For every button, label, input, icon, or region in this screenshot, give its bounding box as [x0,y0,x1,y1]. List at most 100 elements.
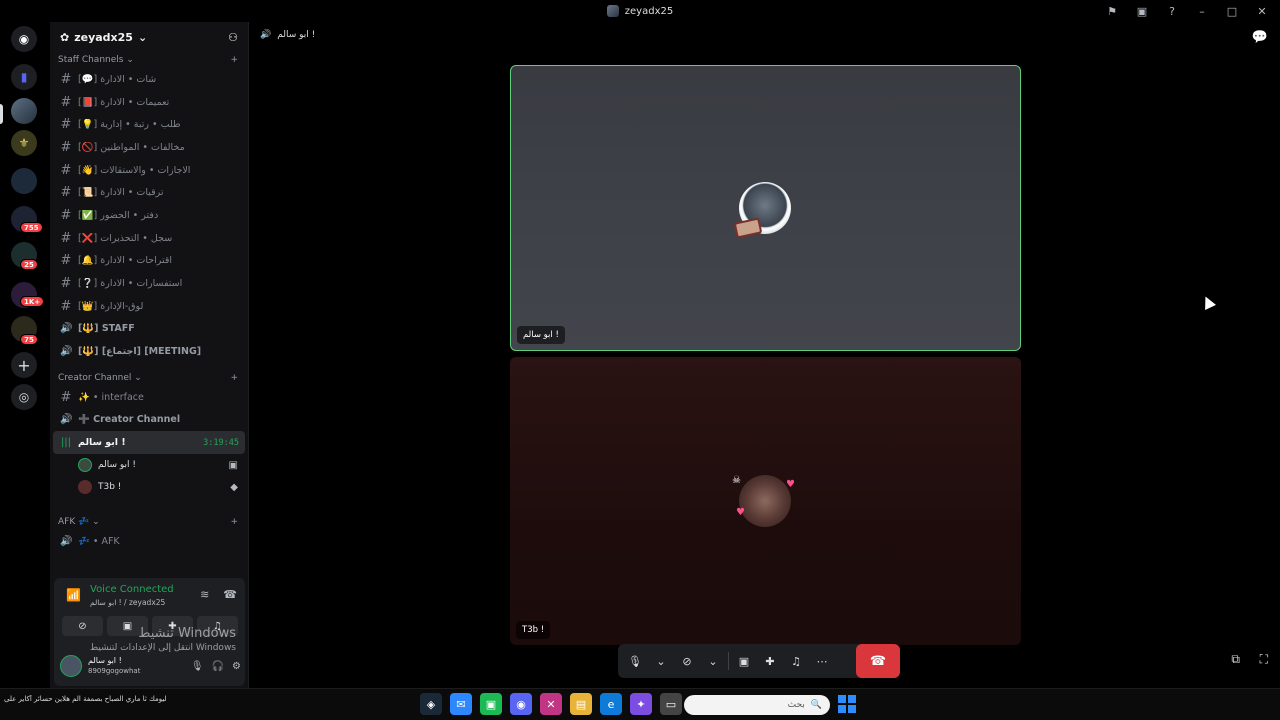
add-channel-icon[interactable]: + [230,55,238,65]
disconnect-button[interactable]: ☎ [856,644,900,678]
microphone-button[interactable]: 🎙 [624,648,646,674]
channel-item[interactable]: 🔊 [🔱] STAFF [50,318,248,341]
voice-user-name: T3b ! [98,482,122,492]
add-channel-icon[interactable]: + [230,517,238,527]
screen-share-icon[interactable]: ▣ [1134,5,1150,18]
channel-item[interactable]: # [❌] سجل • التحذيرات [50,227,248,250]
news-ticker[interactable]: ليومك ثا ماري الصباح بصمفة الم هلاين حسا… [4,695,214,703]
channel-item[interactable]: # [👋] الاجازات • والاستقالات [50,159,248,182]
steam-icon[interactable]: ◈ [420,693,442,715]
copilot-icon[interactable]: ✦ [630,693,652,715]
channel-item[interactable]: # [🚫] مخالفات • المواطنين [50,136,248,159]
category-afk[interactable]: AFK 💤 ⌄ + [50,514,248,530]
voice-channel-path[interactable]: ابو سالم ! / zeyadx25 [90,598,165,607]
channel-label: [🚫] مخالفات • المواطنين [78,141,185,153]
user-display-name: ابو سالم ! [88,656,122,665]
headphones-icon[interactable]: 🎧 [212,661,224,672]
soundboard-button[interactable]: ♫ [785,648,807,674]
app-icon [606,5,619,17]
activities-button[interactable]: ✚ [759,648,781,674]
inbox-icon[interactable]: ⚑ [1104,5,1120,18]
channel-item[interactable]: # ✨ • interface [50,386,248,409]
chevron-down-icon[interactable]: ⌄ [650,648,672,674]
participant-name: ابو سالم ! [517,326,565,344]
channel-sidebar: ✿ zeyadx25 ⌄ ⚇ Staff Channels ⌄ + # [💬] ش… [50,22,249,688]
channel-item[interactable]: 🔊 ➕ Creator Channel [50,409,248,432]
active-voice-channel[interactable]: ||| ابو سالم ! 3:19:45 [53,431,245,454]
channel-label: [✅] دفتر • الحضور [78,209,159,221]
watermark-title: تنشيط Windows [138,626,236,641]
channel-item[interactable]: # [💬] شات • الادارة [50,68,248,91]
hash-icon: # [60,117,72,133]
participant-tile[interactable]: ☠ ♥ ♥ T3b ! [510,357,1021,645]
participant-tile-speaking[interactable]: ابو سالم ! [510,65,1021,351]
file-explorer-icon[interactable]: ▤ [570,693,592,715]
hash-icon: # [60,185,72,201]
voice-user[interactable]: ابو سالم ! ▣ [50,454,248,476]
channel-label: ➕ Creator Channel [78,414,181,426]
category-staff[interactable]: Staff Channels ⌄ + [50,52,248,68]
server-header[interactable]: ✿ zeyadx25 ⌄ ⚇ [50,22,248,52]
taskbar-search[interactable]: بحث 🔍 [684,695,830,715]
avatar [78,480,92,494]
channel-item[interactable]: # [💡] طلب • رتبة • إدارية [50,113,248,136]
participant-name: T3b ! [516,621,551,639]
channel-item[interactable]: # [✅] دفتر • الحضور [50,204,248,227]
channel-label: [❌] سجل • التحذيرات [78,232,173,244]
staff-channel-list: # [💬] شات • الادارة # [📕] تعميمات • الادارة… [50,68,248,363]
gear-icon[interactable]: ⚙ [232,661,241,672]
minimize-button[interactable]: – [1194,5,1210,18]
call-header: 🔊 ابو سالم ! [260,30,315,40]
direct-messages-icon[interactable]: ▮ [11,64,37,90]
microphone-icon[interactable]: 🎙 [191,661,204,672]
more-options-button[interactable]: ⋯ [811,648,833,674]
close-button[interactable]: ✕ [1254,5,1270,18]
discord-icon[interactable]: ◉ [510,693,532,715]
afk-channel[interactable]: 🔊 💤 • AFK [50,530,248,553]
channel-item[interactable]: # [🔔] اقتراحات • الادارة [50,250,248,273]
add-channel-icon[interactable]: + [230,373,238,383]
channel-item[interactable]: # [📜] ترقيات • الادارة [50,181,248,204]
channel-label: [📕] تعميمات • الادارة [78,96,170,108]
mouse-cursor [1200,294,1216,310]
voice-status[interactable]: Voice Connected [90,584,174,595]
mention-badge: 75 [20,334,38,345]
edge-icon[interactable]: e [600,693,622,715]
add-server-icon[interactable]: + [11,352,37,378]
voice-user[interactable]: T3b ! ◆ [50,476,248,498]
channel-item[interactable]: # [👑] لوق-الإدارة [50,295,248,318]
channel-label: ابو سالم ! [78,437,126,449]
app-icon[interactable]: ✉ [450,693,472,715]
avatar[interactable] [60,655,82,677]
chat-icon[interactable]: 💬 [1252,30,1268,45]
mention-badge: 1K+ [20,296,45,307]
channel-item[interactable]: 🔊 [🔱] [اجتماع] [MEETING] [50,340,248,363]
channel-label: [💡] طلب • رتبة • إدارية [78,119,181,131]
app-icon[interactable]: ▣ [480,693,502,715]
discover-icon[interactable]: ◎ [11,384,37,410]
server-folder-1[interactable] [11,168,37,194]
maximize-button[interactable]: □ [1224,5,1240,18]
task-view-icon[interactable]: ▭ [660,693,682,715]
discord-home-icon[interactable]: ◉ [11,26,37,52]
noise-suppression-icon[interactable]: ≋ [200,588,209,601]
server-icon-2[interactable]: ⚜ [11,130,37,156]
fullscreen-icon[interactable]: ⛶ [1260,652,1268,667]
channel-label: [🔔] اقتراحات • الادارة [78,255,173,267]
channel-item[interactable]: # [❔] استفسارات • الادارة [50,272,248,295]
invite-people-icon[interactable]: ⚇ [228,31,238,44]
disconnect-icon[interactable]: ☎ [223,588,237,601]
server-icon-selected[interactable] [11,98,37,124]
chevron-down-icon[interactable]: ⌄ [702,648,724,674]
screen-share-button[interactable]: ▣ [733,648,755,674]
hash-icon: # [60,71,72,87]
signal-icon: 📶 [66,588,81,602]
start-button[interactable] [838,695,856,713]
popout-icon[interactable]: ⧉ [1231,652,1240,667]
help-icon[interactable]: ? [1164,5,1180,18]
category-creator[interactable]: Creator Channel ⌄ + [50,370,248,386]
app-icon[interactable]: ✕ [540,693,562,715]
camera-off-button[interactable]: ⊘ [676,648,698,674]
channel-item[interactable]: # [📕] تعميمات • الادارة [50,91,248,114]
skull-icon: ☠ [732,475,741,486]
